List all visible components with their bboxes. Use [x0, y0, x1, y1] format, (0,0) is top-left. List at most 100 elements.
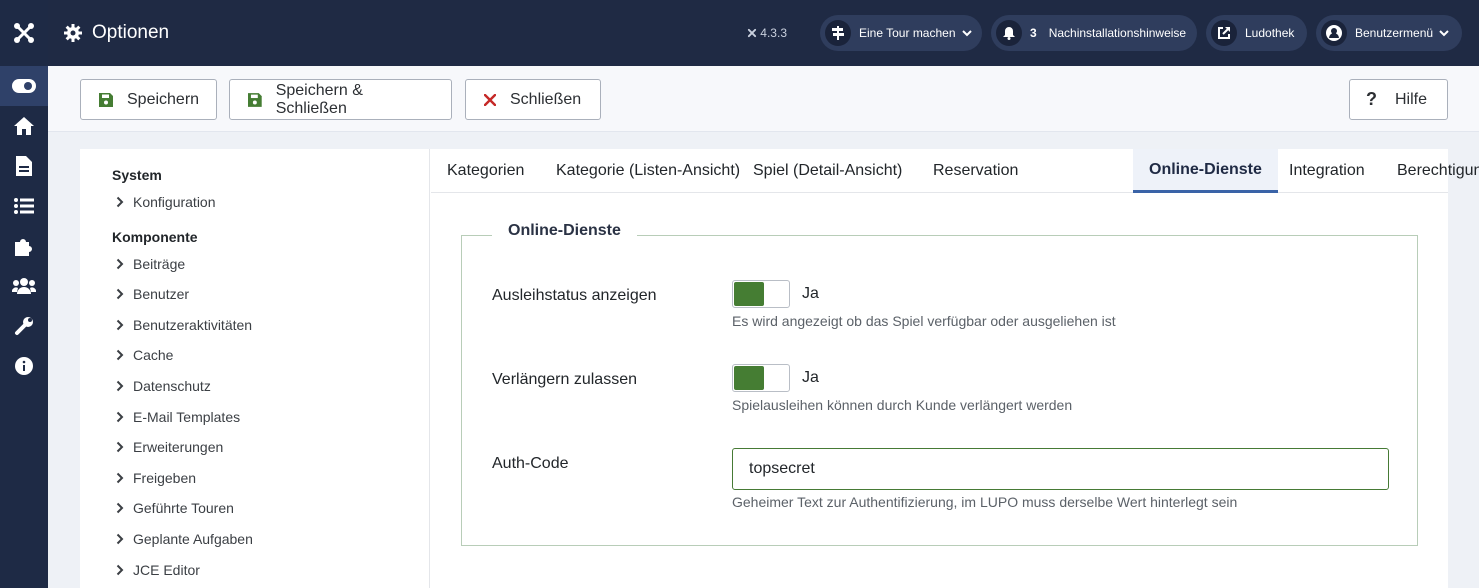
options-panel: System Konfiguration Komponente Beiträge Ben…	[80, 149, 1479, 588]
notices-count: 3	[1030, 26, 1037, 40]
nav-item-label: Benutzeraktivitäten	[133, 317, 253, 333]
user-menu-label: Benutzermenü	[1355, 26, 1434, 40]
chevron-right-icon	[116, 319, 124, 331]
nav-item[interactable]: Beiträge	[116, 256, 185, 272]
nav-item-label: Geführte Touren	[133, 500, 234, 516]
joomla-small-icon	[748, 28, 757, 38]
nav-item-label: Beiträge	[133, 256, 186, 272]
nav-item-label: Benutzer	[133, 286, 190, 302]
extend-switch[interactable]	[732, 364, 790, 392]
save-button[interactable]: Speichern	[80, 79, 217, 120]
nav-item-label: Geplante Aufgaben	[133, 531, 253, 547]
save-and-close-button[interactable]: Speichern & Schließen	[229, 79, 452, 120]
nav-item[interactable]: Datenschutz	[116, 378, 211, 394]
menus-icon[interactable]	[0, 186, 48, 226]
nav-item[interactable]: E-Mail Templates	[116, 409, 240, 425]
system-icon[interactable]	[0, 306, 48, 346]
nav-item-label: Cache	[133, 347, 174, 363]
help-info-icon[interactable]	[0, 346, 48, 386]
content-icon[interactable]	[0, 146, 48, 186]
close-label: Schließen	[510, 90, 582, 108]
tab-berechtigungen[interactable]: Berechtigungen	[1381, 149, 1479, 193]
chevron-right-icon	[116, 564, 124, 576]
nav-item[interactable]: Freigeben	[116, 470, 196, 486]
nav-item[interactable]: Benutzer	[116, 286, 189, 302]
help-button[interactable]: ? Hilfe	[1349, 79, 1448, 120]
switch-on-indicator	[734, 366, 764, 390]
page-title-text: Optionen	[92, 22, 170, 43]
auth-code-input[interactable]: topsecret	[732, 448, 1389, 490]
chevron-right-icon	[116, 502, 124, 514]
chevron-right-icon	[116, 380, 124, 392]
nav-heading-system: System	[112, 167, 162, 183]
nav-item-label: E-Mail Templates	[133, 409, 241, 425]
components-icon[interactable]	[0, 226, 48, 266]
joomla-logo-icon[interactable]	[0, 0, 48, 66]
tab-kategorien[interactable]: Kategorien	[431, 149, 540, 193]
component-nav: System Konfiguration Komponente Beiträge Ben…	[80, 149, 430, 588]
chevron-right-icon	[116, 533, 124, 545]
nav-item-label: Konfiguration	[133, 194, 216, 210]
tab-reservation[interactable]: Reservation	[917, 149, 1034, 193]
gear-icon	[64, 24, 82, 42]
auth-code-description: Geheimer Text zur Authentifizierung, im …	[732, 494, 1238, 510]
options-tabs: Kategorien Kategorie (Listen-Ansicht) Spie…	[431, 149, 1479, 193]
version-text: 4.3.3	[760, 26, 787, 40]
nav-item[interactable]: Cache	[116, 347, 173, 363]
chevron-down-icon	[961, 29, 972, 36]
nav-item[interactable]: Geplante Aufgaben	[116, 531, 253, 547]
save-label: Speichern	[127, 90, 200, 108]
nav-item-label: Freigeben	[133, 470, 197, 486]
question-mark-icon: ?	[1366, 89, 1377, 109]
switch-on-indicator	[734, 282, 764, 306]
user-icon	[1321, 20, 1347, 46]
version-label: 4.3.3	[747, 26, 787, 40]
save-close-label: Speichern & Schließen	[275, 81, 363, 117]
tour-label: Eine Tour machen	[859, 26, 956, 40]
nav-heading-component: Komponente	[112, 229, 198, 245]
notices-label: Nachinstallationshinweise	[1048, 26, 1187, 40]
bell-icon	[996, 20, 1022, 46]
loan-status-value: Ja	[802, 285, 819, 302]
chevron-right-icon	[116, 472, 124, 484]
signpost-icon	[825, 20, 851, 46]
close-icon	[484, 93, 496, 106]
tab-online-dienste[interactable]: Online-Dienste	[1133, 149, 1278, 193]
floppy-disk-icon	[99, 92, 113, 107]
page-title: Optionen	[64, 22, 169, 44]
chevron-right-icon	[116, 288, 124, 300]
nav-item[interactable]: Geführte Touren	[116, 500, 234, 516]
tour-button[interactable]: Eine Tour machen	[820, 15, 982, 51]
post-install-notices-button[interactable]: 3 Nachinstallationshinweise	[991, 15, 1197, 51]
top-header: Optionen 4.3.3 Eine Tour machen 3 Nachin…	[48, 0, 1479, 66]
nav-item-label: Datenschutz	[133, 378, 211, 394]
toggle-menu-icon[interactable]	[0, 66, 48, 106]
online-services-fieldset: Online-Dienste Ausleihstatus anzeigen Ja…	[461, 222, 1418, 546]
nav-item-label: Erweiterungen	[133, 439, 224, 455]
close-button[interactable]: Schließen	[465, 79, 601, 120]
nav-item[interactable]: JCE Editor	[116, 562, 200, 578]
toolbar: Speichern Speichern & Schließen Schließe…	[48, 66, 1479, 132]
help-label: Hilfe	[1395, 90, 1428, 108]
nav-item[interactable]: Erweiterungen	[116, 439, 223, 455]
home-icon[interactable]	[0, 106, 48, 146]
tab-kategorie-listen-ansicht[interactable]: Kategorie (Listen-Ansicht)	[540, 149, 756, 193]
users-icon[interactable]	[0, 266, 48, 306]
nav-item[interactable]: Konfiguration	[116, 194, 216, 210]
nav-item[interactable]: Benutzeraktivitäten	[116, 317, 252, 333]
chevron-right-icon	[116, 441, 124, 453]
user-menu-button[interactable]: Benutzermenü	[1316, 15, 1462, 51]
site-label: Ludothek	[1245, 26, 1295, 40]
loan-status-switch[interactable]	[732, 280, 790, 308]
fieldset-legend: Online-Dienste	[492, 222, 637, 240]
tab-integration[interactable]: Integration	[1273, 149, 1381, 193]
site-link-button[interactable]: Ludothek	[1206, 15, 1307, 51]
field-label-extend: Verlängern zulassen	[492, 371, 637, 388]
external-link-icon	[1211, 20, 1237, 46]
tab-spiel-detail-ansicht[interactable]: Spiel (Detail-Ansicht)	[737, 149, 918, 193]
chevron-down-icon	[1439, 29, 1449, 36]
field-label-auth-code: Auth-Code	[492, 455, 569, 472]
chevron-right-icon	[116, 258, 124, 270]
floppy-disk-icon	[248, 92, 262, 107]
loan-status-description: Es wird angezeigt ob das Spiel verfügbar…	[732, 313, 1116, 329]
